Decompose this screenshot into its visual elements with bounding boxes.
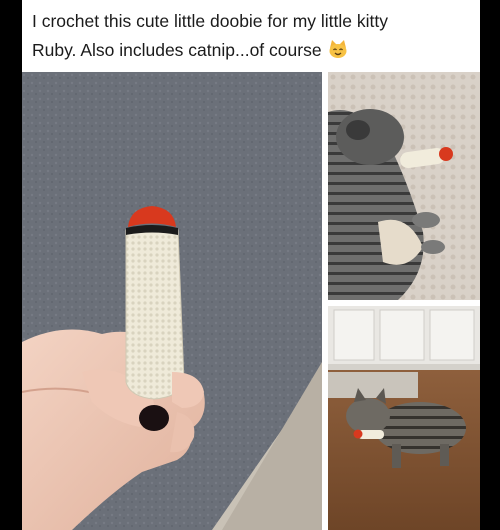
photo-hand-holding-crochet-joint — [22, 72, 322, 530]
photo-kitten-with-toy — [328, 72, 480, 300]
photo-cat-carrying-toy — [328, 306, 480, 530]
cat-face-emoji-icon — [328, 39, 348, 68]
post-card: I crochet this cute little doobie for my… — [22, 0, 480, 530]
caption-line-2: Ruby. Also includes catnip...of course — [32, 36, 472, 68]
post-caption: I crochet this cute little doobie for my… — [32, 7, 472, 68]
caption-line-1: I crochet this cute little doobie for my… — [32, 11, 388, 31]
caption-line-2-text: Ruby. Also includes catnip...of course — [32, 40, 322, 60]
